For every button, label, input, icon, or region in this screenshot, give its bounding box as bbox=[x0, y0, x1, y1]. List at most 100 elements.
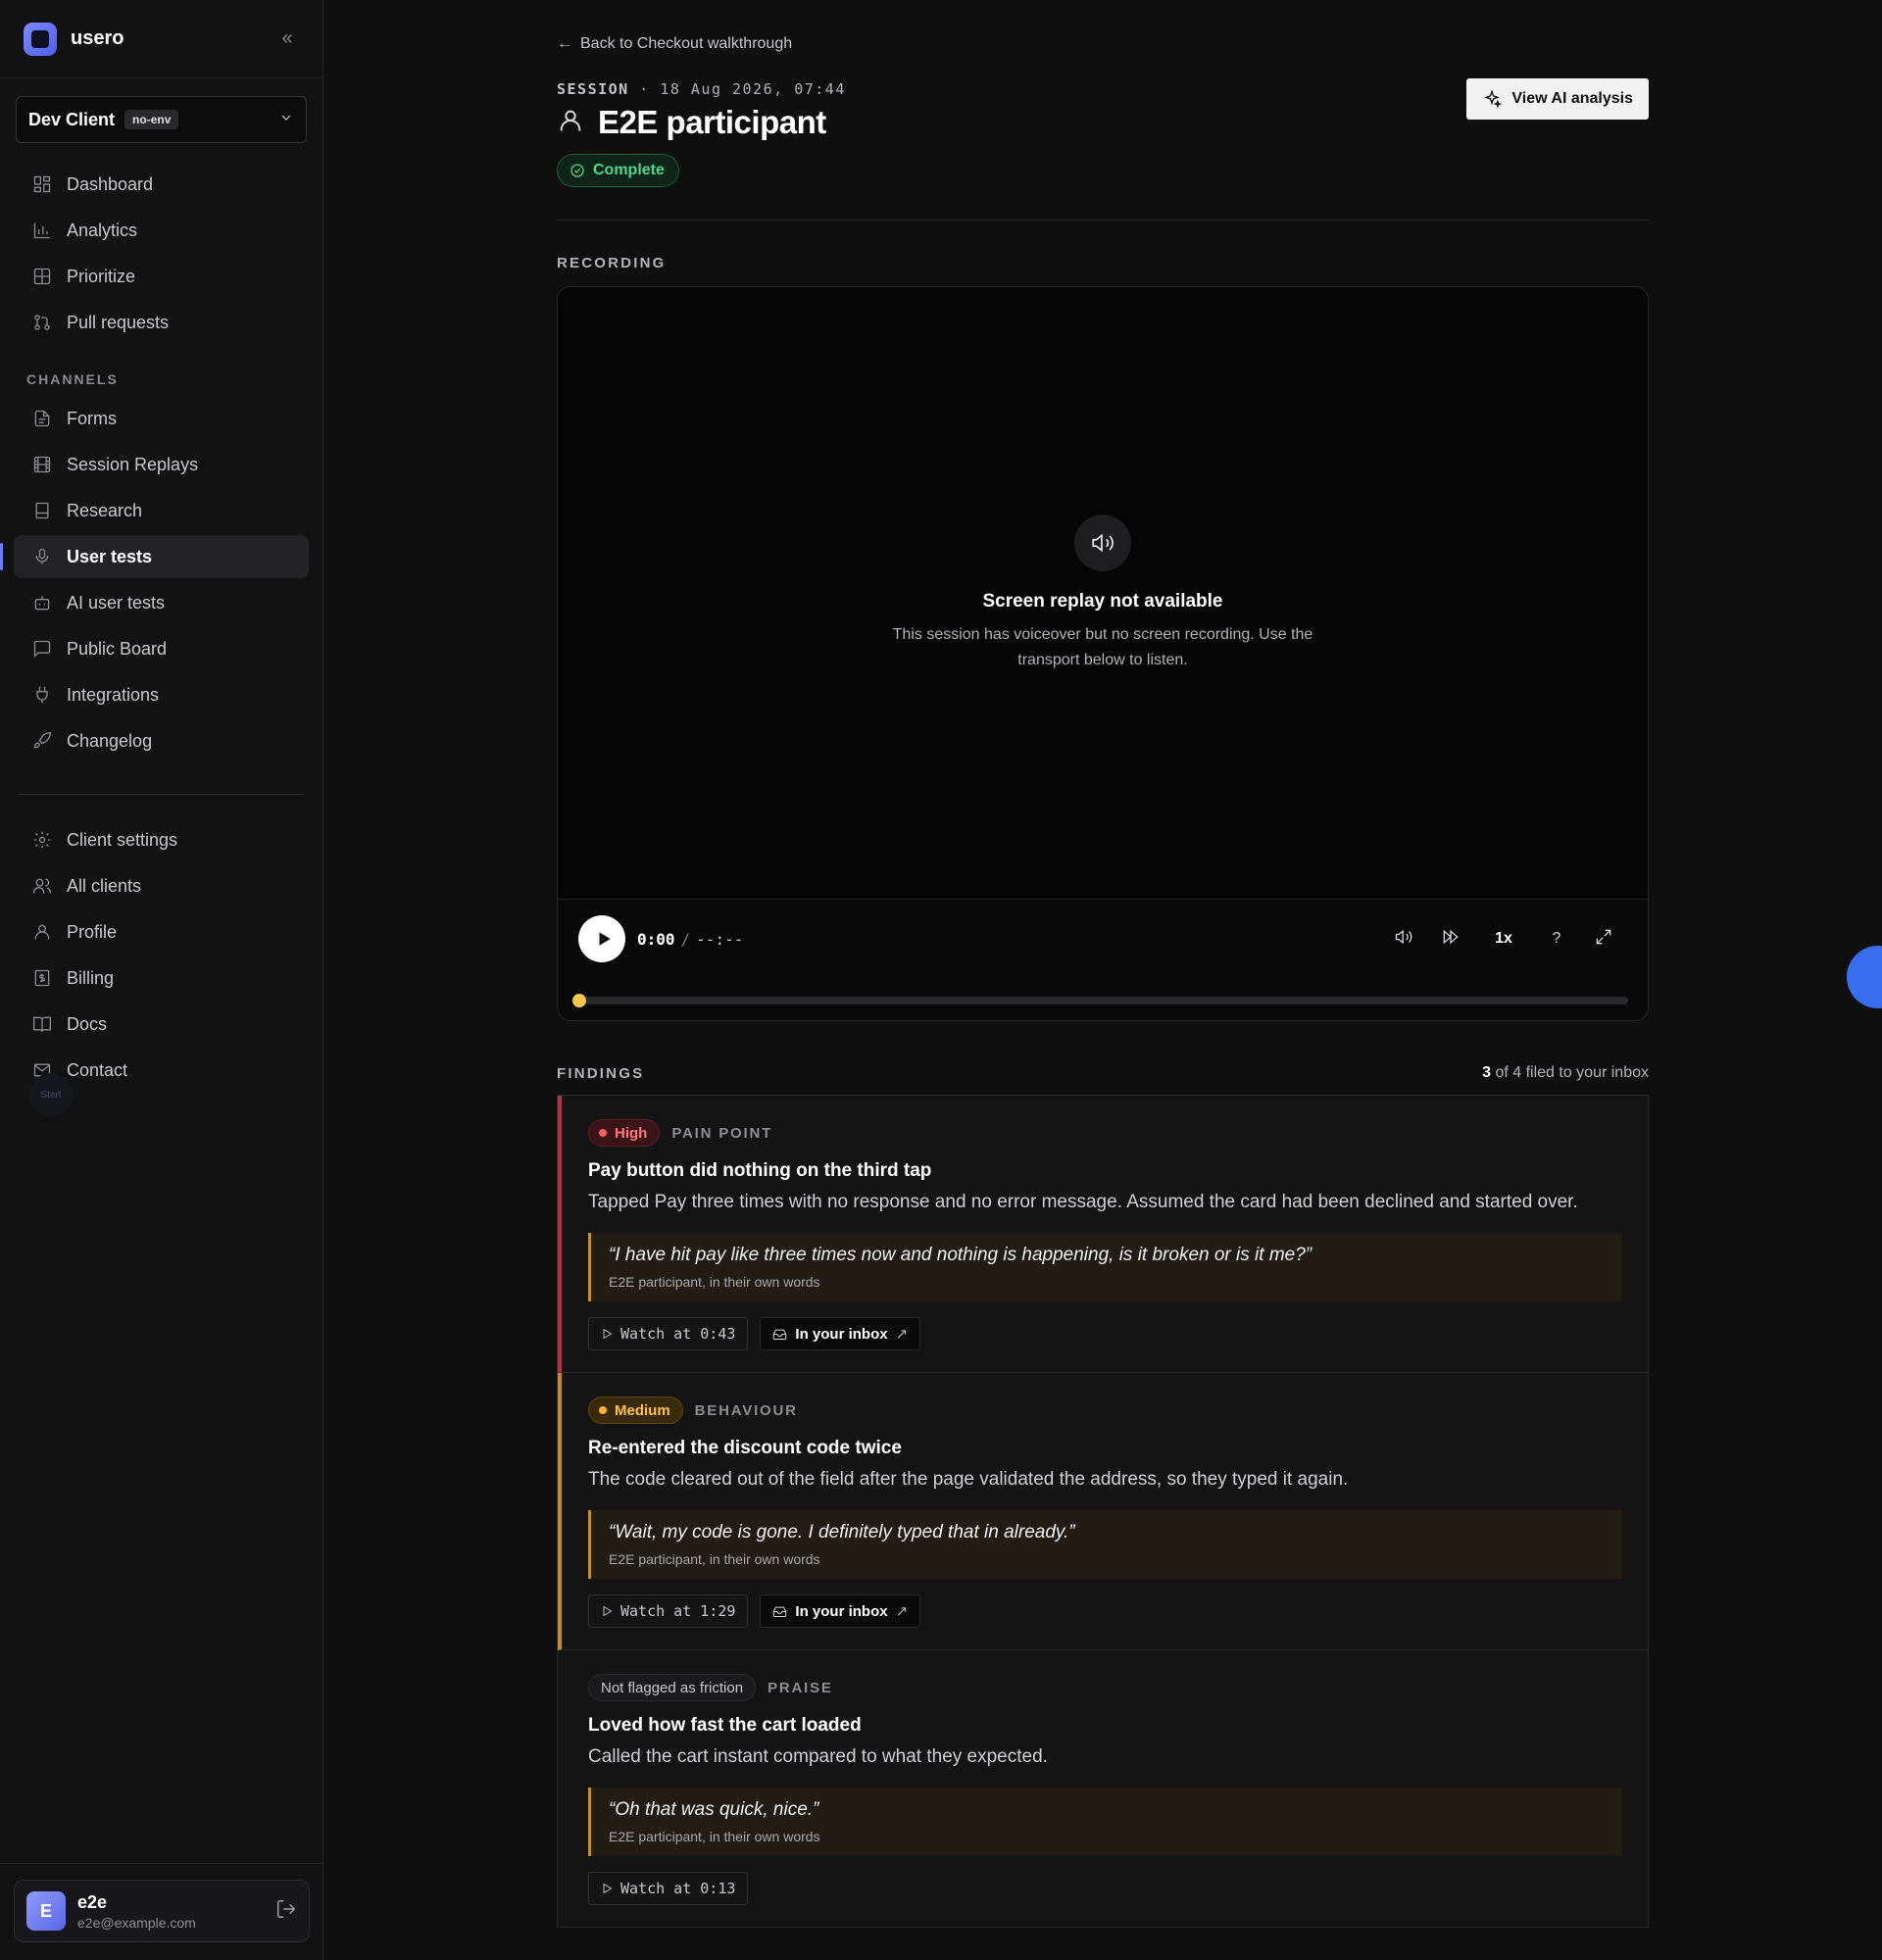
sidebar-item-label: Prioritize bbox=[67, 266, 136, 286]
grid-icon bbox=[31, 266, 53, 287]
replay-unavailable: Screen replay not available This session… bbox=[558, 514, 1648, 673]
user-divider bbox=[0, 1863, 322, 1864]
sidebar-item-public-board[interactable]: Public Board bbox=[14, 627, 309, 670]
sidebar-item-session-replays[interactable]: Session Replays bbox=[14, 443, 309, 486]
sidebar-item-label: Integrations bbox=[67, 684, 160, 705]
participant-quote: “Wait, my code is gone. I definitely typ… bbox=[588, 1510, 1622, 1579]
quote-text: “I have hit pay like three times now and… bbox=[609, 1245, 1312, 1265]
page-title: E2E participant bbox=[598, 104, 826, 140]
quote-text: “Wait, my code is gone. I definitely typ… bbox=[609, 1522, 1075, 1543]
play-icon bbox=[603, 1883, 613, 1894]
user-icon bbox=[31, 921, 53, 943]
logout-icon[interactable] bbox=[275, 1898, 297, 1925]
nav-channels: Forms Session Replays Research User test… bbox=[0, 397, 322, 762]
sidebar-item-forms[interactable]: Forms bbox=[14, 397, 309, 440]
finding-description: The code cleared out of the field after … bbox=[588, 1469, 1349, 1490]
sidebar-item-pull-requests[interactable]: Pull requests bbox=[14, 301, 309, 344]
sidebar-item-label: User tests bbox=[67, 546, 153, 566]
film-icon bbox=[31, 454, 53, 475]
sidebar-item-label: Docs bbox=[67, 1013, 108, 1034]
progress-bar[interactable] bbox=[572, 994, 1628, 1007]
inbox-label: In your inbox bbox=[795, 1325, 888, 1343]
sparkles-icon bbox=[1484, 89, 1503, 109]
session-meta: SESSION · 18 Aug 2026, 07:44 bbox=[557, 80, 846, 98]
sidebar-item-dashboard[interactable]: Dashboard bbox=[14, 163, 309, 206]
dashboard-icon bbox=[31, 173, 53, 195]
current-time: 0:00 bbox=[637, 929, 675, 949]
inbox-icon bbox=[773, 1329, 787, 1340]
message-square-icon bbox=[31, 638, 53, 660]
filed-count-number: 3 bbox=[1482, 1064, 1491, 1081]
finding-description: Called the cart instant compared to what… bbox=[588, 1746, 1048, 1767]
back-link-label: Back to Checkout walkthrough bbox=[580, 35, 793, 52]
speaker-icon bbox=[1074, 514, 1131, 571]
sidebar-item-docs[interactable]: Docs bbox=[14, 1003, 309, 1046]
participant-quote: “Oh that was quick, nice.” E2E participa… bbox=[588, 1788, 1622, 1856]
fast-forward-icon[interactable] bbox=[1427, 927, 1474, 952]
replay-unavailable-title: Screen replay not available bbox=[982, 591, 1223, 612]
inbox-label: In your inbox bbox=[795, 1602, 888, 1620]
start-button[interactable]: Start bbox=[29, 1073, 73, 1116]
back-link[interactable]: ← Back to Checkout walkthrough bbox=[557, 35, 792, 53]
client-selector[interactable]: Dev Client no-env bbox=[16, 96, 307, 143]
quote-text: “Oh that was quick, nice.” bbox=[609, 1799, 819, 1820]
title-row: E2E participant bbox=[557, 104, 826, 141]
sidebar-item-research[interactable]: Research bbox=[14, 489, 309, 532]
sidebar-item-ai-user-tests[interactable]: AI user tests bbox=[14, 581, 309, 624]
sidebar-item-label: Analytics bbox=[67, 220, 138, 240]
check-circle-icon bbox=[570, 164, 584, 177]
env-badge: no-env bbox=[124, 110, 179, 129]
severity-badge: Not flagged as friction bbox=[588, 1674, 757, 1701]
floating-action-button[interactable] bbox=[1847, 946, 1882, 1008]
recording-section-label: RECORDING bbox=[557, 255, 667, 271]
play-icon bbox=[599, 932, 611, 946]
bookmark-icon bbox=[31, 500, 53, 521]
sidebar-item-analytics[interactable]: Analytics bbox=[14, 209, 309, 252]
view-ai-analysis-button[interactable]: View AI analysis bbox=[1466, 78, 1649, 120]
watch-button[interactable]: Watch at 1:29 bbox=[588, 1594, 749, 1628]
sidebar-item-all-clients[interactable]: All clients bbox=[14, 864, 309, 907]
sidebar-item-label: Dashboard bbox=[67, 173, 154, 194]
playback-speed-button[interactable]: 1x bbox=[1474, 930, 1533, 948]
sidebar-item-label: Client settings bbox=[67, 829, 178, 850]
collapse-sidebar-icon[interactable]: « bbox=[275, 27, 299, 50]
volume-icon[interactable] bbox=[1380, 927, 1427, 952]
gear-icon bbox=[31, 829, 53, 851]
microphone-icon bbox=[31, 546, 53, 567]
sidebar-item-label: Public Board bbox=[67, 638, 168, 659]
time-separator: / bbox=[680, 929, 691, 949]
sidebar-item-label: AI user tests bbox=[67, 592, 166, 612]
rocket-icon bbox=[31, 730, 53, 752]
sidebar-item-billing[interactable]: Billing bbox=[14, 956, 309, 1000]
inbox-button[interactable]: In your inbox ↗ bbox=[760, 1594, 921, 1628]
sidebar-item-changelog[interactable]: Changelog bbox=[14, 719, 309, 762]
watch-button[interactable]: Watch at 0:43 bbox=[588, 1317, 749, 1350]
findings-filed-count: 3 of 4 filed to your inbox bbox=[1482, 1064, 1649, 1082]
plug-icon bbox=[31, 684, 53, 706]
sidebar-item-integrations[interactable]: Integrations bbox=[14, 673, 309, 716]
sidebar-item-prioritize[interactable]: Prioritize bbox=[14, 255, 309, 298]
external-link-icon: ↗ bbox=[895, 1326, 909, 1343]
sidebar-item-user-tests[interactable]: User tests bbox=[0, 535, 309, 578]
inbox-icon bbox=[773, 1606, 787, 1617]
play-button[interactable] bbox=[578, 915, 625, 962]
help-button[interactable]: ? bbox=[1533, 930, 1580, 948]
status-label: Complete bbox=[593, 162, 665, 178]
watch-button[interactable]: Watch at 0:13 bbox=[588, 1872, 749, 1905]
brand-logo[interactable] bbox=[24, 22, 57, 56]
fullscreen-icon[interactable] bbox=[1580, 927, 1627, 952]
finding-type: PRAISE bbox=[768, 1679, 833, 1696]
user-name: e2e bbox=[77, 1891, 108, 1912]
finding-card: Medium BEHAVIOUR Re-entered the discount… bbox=[558, 1373, 1648, 1650]
sidebar-item-profile[interactable]: Profile bbox=[14, 910, 309, 954]
finding-title: Loved how fast the cart loaded bbox=[588, 1715, 862, 1736]
inbox-button[interactable]: In your inbox ↗ bbox=[760, 1317, 921, 1350]
brand-name: usero bbox=[71, 27, 124, 49]
nav-settings: Client settings All clients Profile Bill… bbox=[0, 818, 322, 1092]
user-card[interactable]: E e2e e2e@example.com bbox=[14, 1880, 310, 1942]
progress-handle[interactable] bbox=[572, 994, 586, 1007]
dollar-icon bbox=[31, 967, 53, 989]
sidebar-item-client-settings[interactable]: Client settings bbox=[14, 818, 309, 861]
nav-divider bbox=[18, 794, 305, 795]
severity-label: Medium bbox=[615, 1401, 670, 1419]
